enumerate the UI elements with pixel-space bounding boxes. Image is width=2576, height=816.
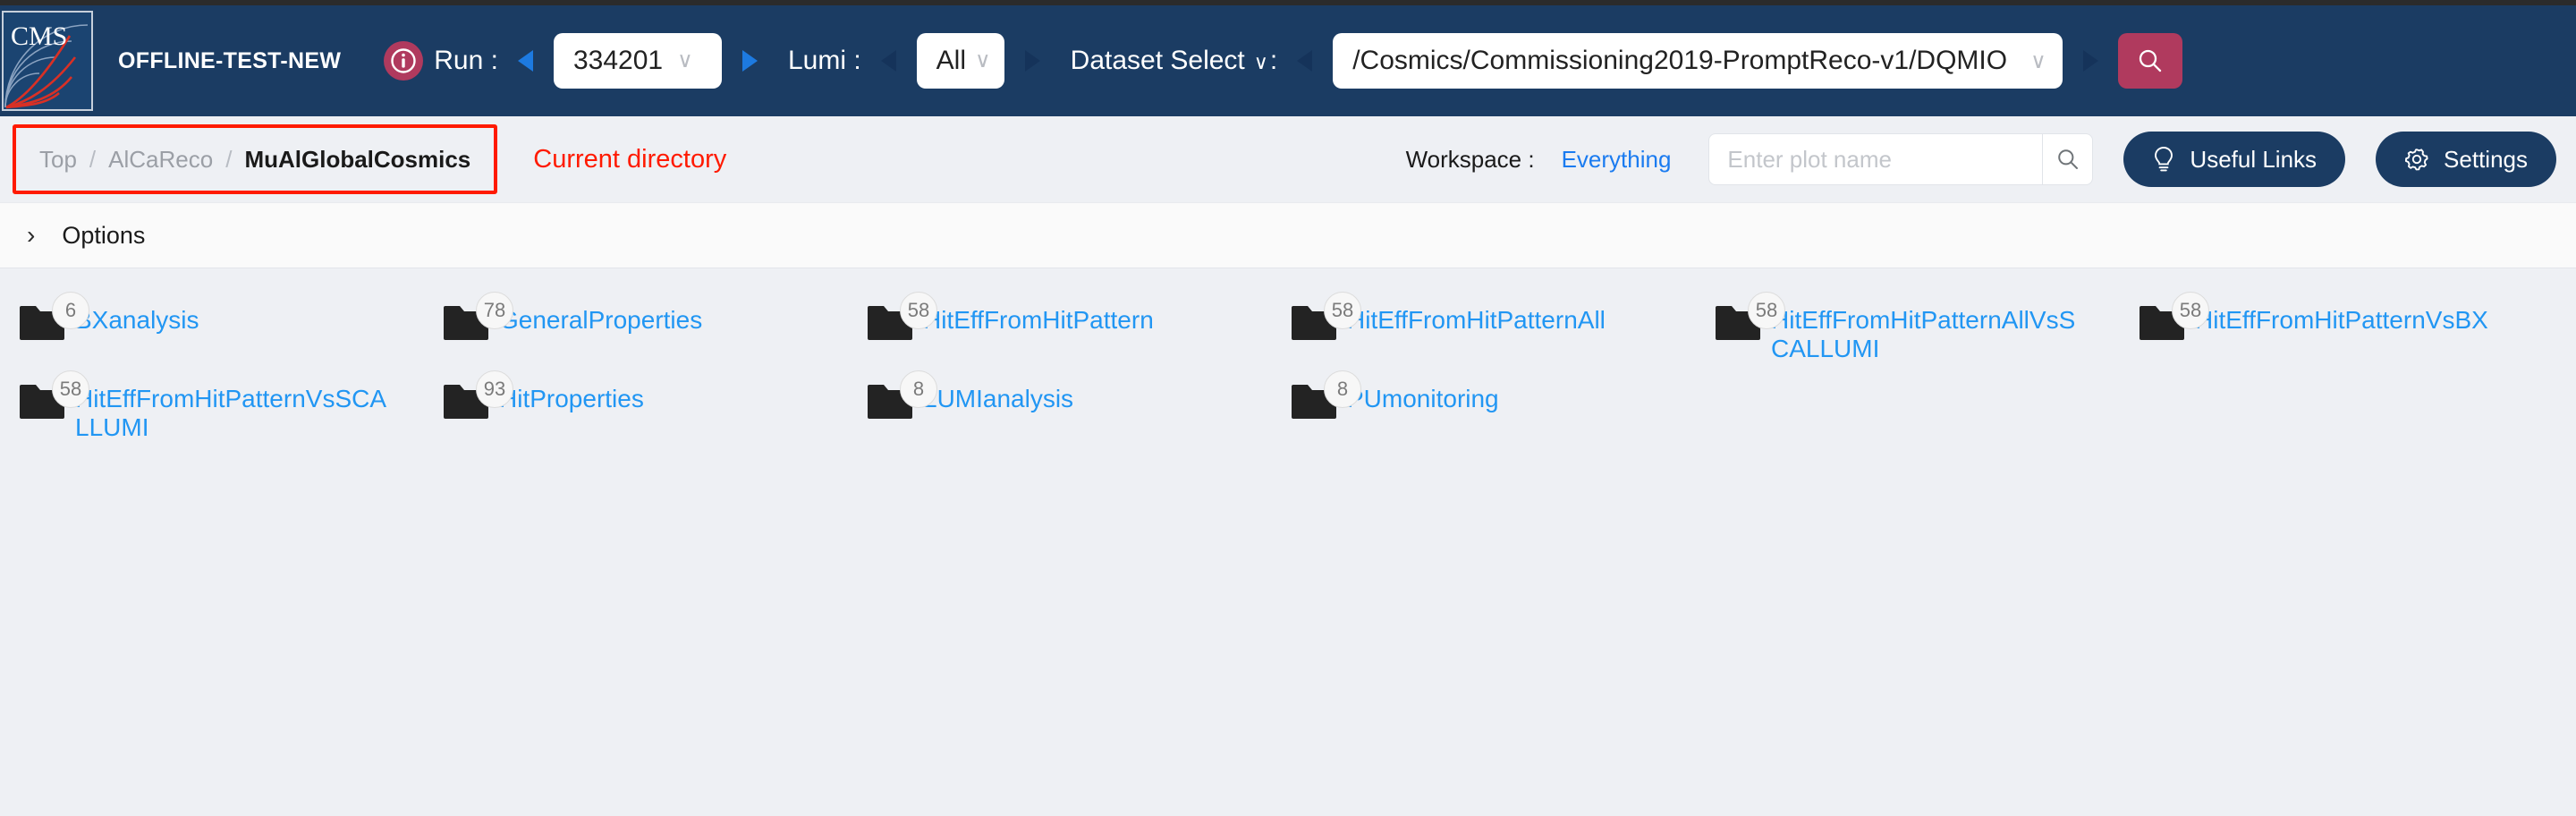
folder-icon: 58 bbox=[1714, 292, 1785, 342]
folder-name[interactable]: HitEffFromHitPatternAllVsSCALLUMI bbox=[1771, 306, 2093, 363]
run-prev-arrow[interactable] bbox=[514, 47, 538, 74]
annotation-current-directory: Current directory bbox=[533, 144, 727, 174]
folder-name[interactable]: GeneralProperties bbox=[499, 306, 702, 335]
search-icon bbox=[2139, 49, 2161, 72]
lumi-value: All bbox=[936, 46, 966, 75]
plot-search-input[interactable] bbox=[1709, 145, 2042, 174]
dataset-label-colon: : bbox=[1269, 46, 1278, 75]
lumi-next-arrow[interactable] bbox=[1021, 47, 1044, 74]
top-navigation-bar: CMS OFFLINE-TEST-NEW Run : 334201 ∨ Lumi… bbox=[0, 0, 2576, 116]
breadcrumb-separator: / bbox=[225, 145, 233, 173]
folder-icon: 6 bbox=[18, 292, 89, 342]
folder-item-pumonitoring[interactable]: 8 PUmonitoring bbox=[1290, 365, 1714, 444]
dataset-prev-arrow[interactable] bbox=[1293, 47, 1317, 74]
folder-icon: 58 bbox=[1290, 292, 1361, 342]
chevron-right-icon: › bbox=[27, 221, 36, 249]
breadcrumb-item-current[interactable]: MuAlGlobalCosmics bbox=[244, 146, 470, 174]
directory-content: 6 BXanalysis 78 GeneralProperties 58 Hit… bbox=[0, 268, 2576, 816]
folder-icon: 58 bbox=[2138, 292, 2209, 342]
navbar-search-button[interactable] bbox=[2117, 33, 2182, 89]
plot-search[interactable] bbox=[1708, 133, 2094, 185]
folder-item-bxanalysis[interactable]: 6 BXanalysis bbox=[18, 286, 442, 365]
folder-icon: 78 bbox=[442, 292, 513, 342]
folder-item-hitefffromhitpatternvsbx[interactable]: 58 HitEffFromHitPatternVsBX bbox=[2138, 286, 2562, 365]
useful-links-button[interactable]: Useful Links bbox=[2123, 132, 2346, 187]
folder-name[interactable]: HitProperties bbox=[499, 385, 644, 413]
folder-name[interactable]: HitEffFromHitPatternVsSCALLUMI bbox=[75, 385, 397, 442]
svg-text:CMS: CMS bbox=[11, 21, 67, 51]
workspace-label: Workspace : bbox=[1405, 145, 1535, 173]
directory-toolbar: Top / AlCaReco / MuAlGlobalCosmics Curre… bbox=[0, 116, 2576, 202]
lumi-select[interactable]: All ∨ bbox=[916, 33, 1004, 89]
folder-item-hitefffromhitpatternvsscallumi[interactable]: 58 HitEffFromHitPatternVsSCALLUMI bbox=[18, 365, 442, 444]
folder-count-badge: 93 bbox=[476, 370, 513, 408]
breadcrumb: Top / AlCaReco / MuAlGlobalCosmics bbox=[13, 124, 498, 194]
folder-count-badge: 58 bbox=[900, 292, 937, 329]
folder-name[interactable]: HitEffFromHitPatternAll bbox=[1347, 306, 1606, 335]
useful-links-label: Useful Links bbox=[2190, 145, 2318, 173]
folder-count-badge: 8 bbox=[1324, 370, 1361, 408]
run-label: Run : bbox=[434, 46, 498, 75]
breadcrumb-separator: / bbox=[89, 145, 97, 173]
folder-count-badge: 78 bbox=[476, 292, 513, 329]
folder-item-hitefffromhitpatternallvsscallumi[interactable]: 58 HitEffFromHitPatternAllVsSCALLUMI bbox=[1714, 286, 2138, 365]
folder-count-badge: 58 bbox=[1324, 292, 1361, 329]
folder-count-badge: 6 bbox=[52, 292, 89, 329]
cms-logo[interactable]: CMS bbox=[2, 11, 93, 111]
folder-item-hitefffromhitpatternall[interactable]: 58 HitEffFromHitPatternAll bbox=[1290, 286, 1714, 365]
breadcrumb-item-top[interactable]: Top bbox=[39, 146, 77, 174]
folder-count-badge: 58 bbox=[2172, 292, 2209, 329]
plot-search-button[interactable] bbox=[2041, 134, 2093, 184]
folder-grid: 6 BXanalysis 78 GeneralProperties 58 Hit… bbox=[0, 286, 2576, 444]
workspace-value[interactable]: Everything bbox=[1562, 146, 1672, 174]
dataset-select-label-text: Dataset Select bbox=[1070, 46, 1245, 75]
folder-item-generalproperties[interactable]: 78 GeneralProperties bbox=[442, 286, 866, 365]
settings-button[interactable]: Settings bbox=[2376, 132, 2556, 187]
run-select[interactable]: 334201 ∨ bbox=[553, 33, 722, 89]
folder-icon: 93 bbox=[442, 370, 513, 421]
run-next-arrow[interactable] bbox=[738, 47, 761, 74]
chevron-down-icon: ∨ bbox=[975, 48, 991, 72]
folder-count-badge: 58 bbox=[1748, 292, 1785, 329]
dataset-select[interactable]: /Cosmics/Commissioning2019-PromptReco-v1… bbox=[1333, 33, 2063, 89]
lumi-label: Lumi : bbox=[787, 46, 861, 75]
lumi-prev-arrow[interactable] bbox=[877, 47, 901, 74]
folder-icon: 8 bbox=[1290, 370, 1361, 421]
breadcrumb-item-alcareco[interactable]: AlCaReco bbox=[108, 146, 213, 174]
folder-count-badge: 8 bbox=[900, 370, 937, 408]
app-title: OFFLINE-TEST-NEW bbox=[118, 47, 342, 73]
chevron-down-icon: ∨ bbox=[1253, 51, 1268, 73]
search-icon bbox=[2057, 149, 2078, 169]
folder-name[interactable]: PUmonitoring bbox=[1347, 385, 1499, 413]
folder-icon: 58 bbox=[866, 292, 937, 342]
folder-item-hitproperties[interactable]: 93 HitProperties bbox=[442, 365, 866, 444]
dataset-select-label[interactable]: Dataset Select ∨: bbox=[1071, 46, 1278, 76]
folder-icon: 8 bbox=[866, 370, 937, 421]
folder-name[interactable]: HitEffFromHitPattern bbox=[923, 306, 1154, 335]
lightbulb-icon bbox=[2152, 146, 2175, 173]
run-value: 334201 bbox=[572, 46, 664, 75]
folder-item-hitefffromhitpattern[interactable]: 58 HitEffFromHitPattern bbox=[866, 286, 1290, 365]
chevron-down-icon: ∨ bbox=[677, 48, 693, 72]
options-row[interactable]: › Options bbox=[0, 202, 2576, 268]
dataset-next-arrow[interactable] bbox=[2079, 47, 2102, 74]
toolbar-right-group: Workspace : Everything Useful Links bbox=[1406, 132, 2576, 187]
folder-name[interactable]: HitEffFromHitPatternVsBX bbox=[2195, 306, 2488, 335]
gear-icon bbox=[2404, 147, 2429, 172]
folder-icon: 58 bbox=[18, 370, 89, 421]
folder-name[interactable]: LUMIanalysis bbox=[923, 385, 1073, 413]
folder-name[interactable]: BXanalysis bbox=[75, 306, 199, 335]
options-label: Options bbox=[62, 221, 146, 249]
chevron-down-icon: ∨ bbox=[2030, 48, 2046, 73]
info-circle-icon[interactable] bbox=[384, 41, 424, 81]
folder-item-lumianalysis[interactable]: 8 LUMIanalysis bbox=[866, 365, 1290, 444]
dataset-value: /Cosmics/Commissioning2019-PromptReco-v1… bbox=[1352, 46, 2008, 75]
settings-label: Settings bbox=[2444, 145, 2528, 173]
folder-count-badge: 58 bbox=[52, 370, 89, 408]
